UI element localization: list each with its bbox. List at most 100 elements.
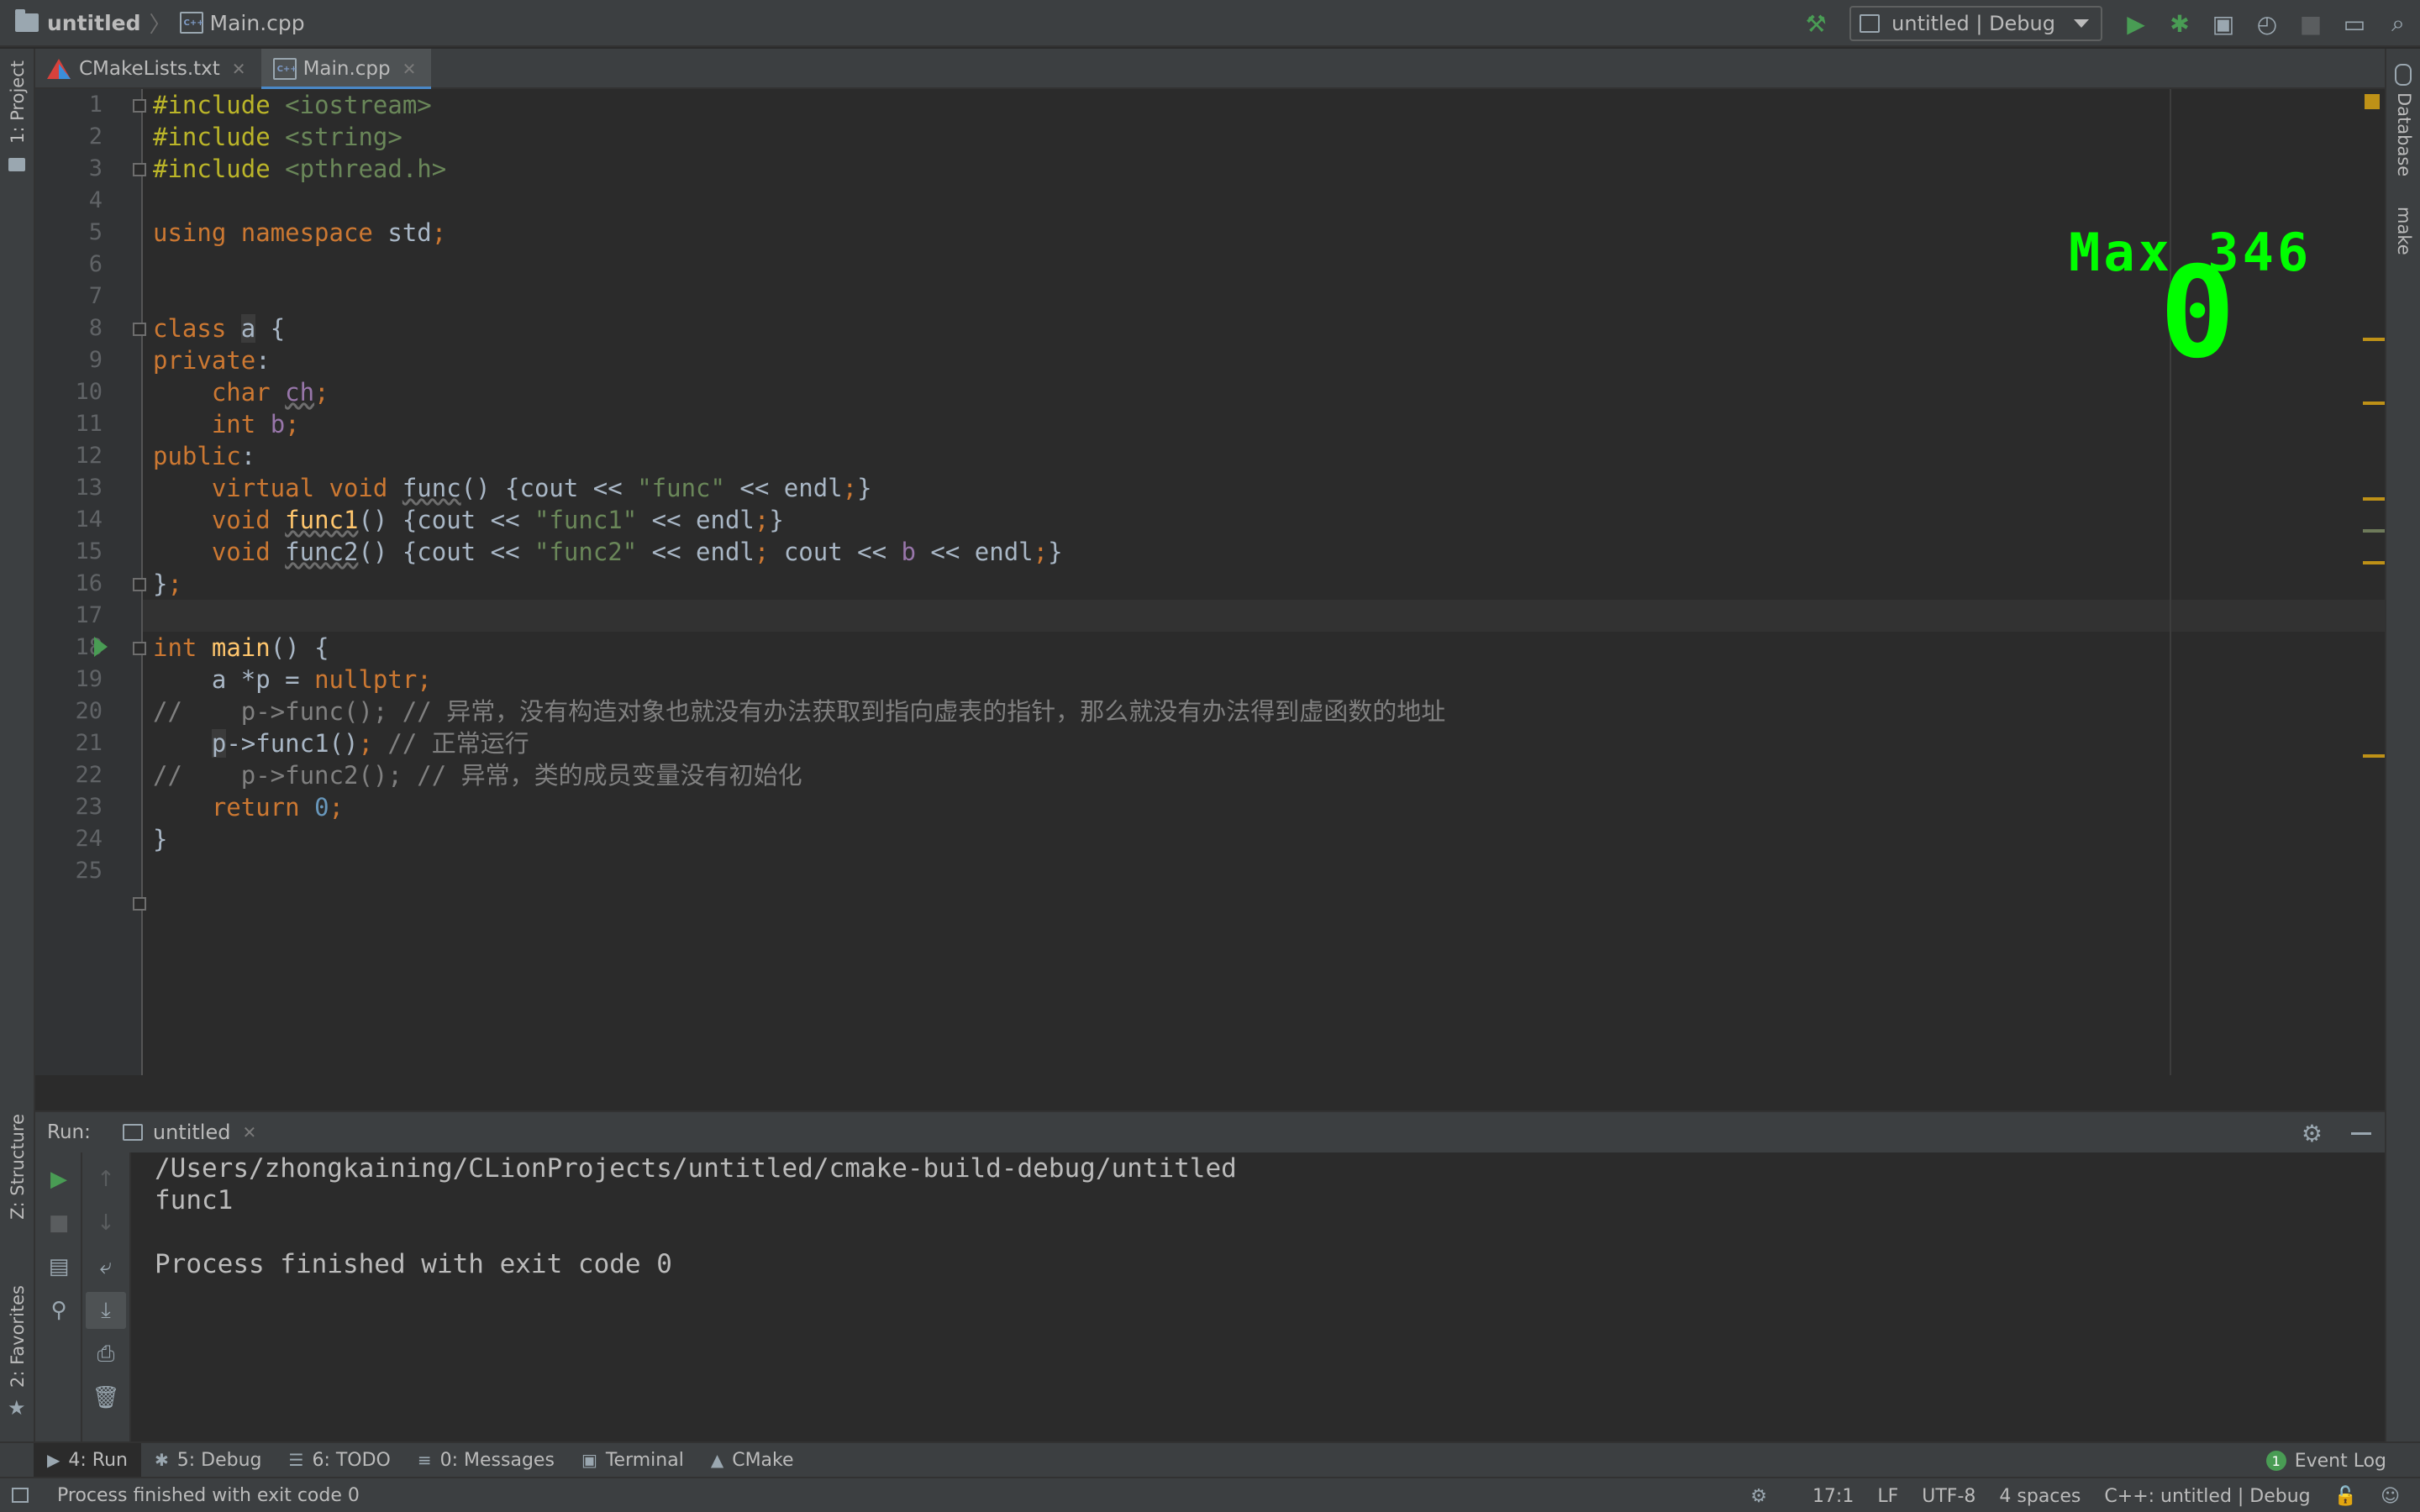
code-line: using namespace std;	[153, 218, 447, 247]
project-tool-tab[interactable]: 1: Project	[0, 60, 35, 144]
line-number: 4	[88, 187, 103, 213]
warning-mark[interactable]	[2363, 402, 2385, 405]
resolve-context[interactable]: C++: untitled | Debug	[2104, 1486, 2310, 1507]
line-number: 2	[88, 123, 103, 150]
profile-button[interactable]: ◴	[2250, 7, 2284, 40]
search-icon[interactable]: ⌕	[2381, 7, 2415, 40]
tab-main-cpp[interactable]: Main.cpp ✕	[260, 49, 432, 91]
debug-button[interactable]: ✱	[2163, 7, 2196, 40]
info-mark[interactable]	[2363, 529, 2385, 533]
structure-tool-tab[interactable]: Z: Structure	[0, 1114, 35, 1220]
cmake-icon	[47, 59, 71, 79]
line-number: 6	[88, 251, 103, 277]
warning-mark[interactable]	[2363, 497, 2385, 501]
code-line: // p->func(); // 异常，没有构造对象也就没有办法获取到指向虚表的…	[153, 697, 1446, 726]
line-number: 1	[88, 92, 103, 118]
code-line: int b;	[153, 410, 300, 438]
tool-cmake-label: CMake	[732, 1449, 794, 1471]
event-count-badge: 1	[2265, 1451, 2286, 1471]
bug-icon: ✱	[154, 1450, 169, 1470]
file-encoding[interactable]: UTF-8	[1922, 1486, 1975, 1507]
run-button[interactable]: ▶	[2119, 7, 2153, 40]
lock-icon[interactable]: 🔓	[2334, 1486, 2357, 1507]
fold-marker-icon[interactable]	[133, 897, 146, 911]
structure-tool-tab-label: Z: Structure	[8, 1114, 28, 1220]
code-line: #include <iostream>	[153, 91, 432, 119]
console-output[interactable]: /Users/zhongkaining/CLionProjects/untitl…	[155, 1152, 1237, 1280]
make-tool-tab[interactable]: make	[2386, 207, 2420, 255]
fold-marker-icon[interactable]	[133, 163, 146, 176]
trash-icon[interactable]: 🗑	[82, 1379, 129, 1416]
fold-marker-icon[interactable]	[133, 578, 146, 591]
pin-icon[interactable]: ⚲	[35, 1292, 82, 1329]
code-line: #include <pthread.h>	[153, 155, 447, 183]
down-arrow-icon[interactable]: ↓	[82, 1205, 129, 1242]
fold-marker-icon[interactable]	[133, 323, 146, 336]
fold-marker-icon[interactable]	[133, 642, 146, 655]
build-hammer-icon[interactable]: ⚒	[1799, 7, 1833, 40]
warning-mark[interactable]	[2363, 338, 2385, 341]
line-separator[interactable]: LF	[1877, 1486, 1898, 1507]
tool-windows-toggle-icon[interactable]	[12, 1488, 29, 1503]
caret-position[interactable]: 17:1	[1812, 1486, 1854, 1507]
indent-setting[interactable]: 4 spaces	[1999, 1486, 2081, 1507]
tab-cmakelists[interactable]: CMakeLists.txt ✕	[35, 49, 261, 89]
hector-icon[interactable]: ☺	[2381, 1486, 2400, 1507]
breadcrumb-project[interactable]: untitled	[47, 11, 141, 35]
tool-debug[interactable]: ✱ 5: Debug	[141, 1443, 276, 1477]
line-number: 8	[88, 315, 103, 341]
close-icon[interactable]: ✕	[402, 59, 417, 79]
line-number: 12	[75, 443, 103, 469]
database-tool-tab[interactable]: Database	[2386, 92, 2420, 176]
tool-messages[interactable]: ≡ 0: Messages	[404, 1443, 568, 1477]
line-number: 23	[75, 794, 103, 820]
line-number: 15	[75, 538, 103, 564]
close-icon[interactable]: ✕	[232, 59, 246, 79]
event-log-label: Event Log	[2294, 1450, 2386, 1472]
scroll-to-end-icon[interactable]: ⤓	[86, 1292, 126, 1329]
soft-wrap-icon[interactable]: ⤶	[82, 1248, 129, 1285]
breadcrumb-file[interactable]: Main.cpp	[210, 11, 305, 35]
restore-layout-icon[interactable]: ▤	[35, 1248, 82, 1285]
list-icon: ☰	[288, 1450, 304, 1470]
line-number: 19	[75, 666, 103, 692]
gear-icon[interactable]: ⚙	[2302, 1120, 2323, 1147]
git-settings-icon[interactable]: ⚙	[1750, 1486, 1767, 1507]
close-icon[interactable]: ✕	[242, 1122, 256, 1142]
code-line: a *p = nullptr;	[153, 665, 432, 694]
tool-todo[interactable]: ☰ 6: TODO	[276, 1443, 404, 1477]
up-arrow-icon[interactable]: ↑	[82, 1161, 129, 1198]
play-icon: ▶	[47, 1450, 60, 1470]
fold-marker-icon[interactable]	[133, 99, 146, 113]
database-icon	[2395, 64, 2412, 86]
tool-terminal-label: Terminal	[605, 1449, 684, 1471]
warning-indicator-icon[interactable]	[2365, 94, 2380, 109]
line-number: 17	[75, 602, 103, 628]
print-icon[interactable]: ⎙	[82, 1336, 129, 1373]
run-with-coverage-button[interactable]: ▣	[2207, 7, 2240, 40]
minimize-icon[interactable]	[2351, 1131, 2371, 1135]
tool-run[interactable]: ▶ 4: Run	[34, 1443, 141, 1477]
console-line: /Users/zhongkaining/CLionProjects/untitl…	[155, 1153, 1237, 1184]
warning-mark[interactable]	[2363, 561, 2385, 564]
warning-mark[interactable]	[2363, 754, 2385, 758]
rerun-icon[interactable]: ▶	[35, 1161, 82, 1198]
run-label: Run:	[47, 1121, 91, 1143]
tool-terminal[interactable]: ▣ Terminal	[568, 1443, 697, 1477]
run-tab-untitled[interactable]: untitled ✕	[122, 1111, 256, 1153]
code-line: char ch;	[153, 378, 329, 407]
stop-icon[interactable]: ■	[35, 1205, 82, 1242]
event-log-button[interactable]: 1 Event Log	[2265, 1443, 2386, 1478]
cpp-file-icon	[179, 12, 204, 34]
error-stripe[interactable]	[2363, 89, 2385, 1075]
favorites-tool-tab[interactable]: 2: Favorites	[0, 1285, 35, 1388]
project-structure-icon[interactable]: ▭	[2338, 7, 2371, 40]
overlay-value: 0	[2160, 240, 2236, 386]
run-gutter-icon[interactable]	[94, 637, 108, 657]
run-configuration-select[interactable]: untitled | Debug	[1849, 6, 2102, 41]
stop-button[interactable]: ■	[2294, 7, 2328, 40]
code-line: void func1() {cout << "func1" << endl;}	[153, 506, 784, 534]
tool-cmake[interactable]: ▲ CMake	[697, 1443, 808, 1477]
tab-label: CMakeLists.txt	[79, 58, 220, 80]
code-editor[interactable]: 1 2 3 4 5 6 7 8 9 10 11 12 13 14 15 16 17 18 19 20 21 22 23 24 2…	[35, 89, 2385, 1075]
